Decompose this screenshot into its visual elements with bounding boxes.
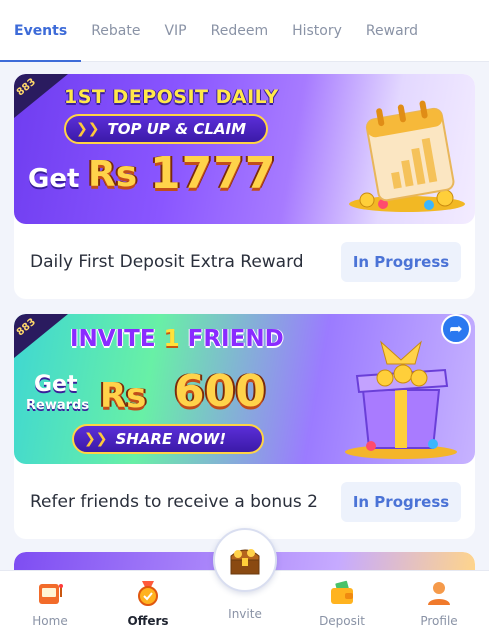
user-icon xyxy=(428,582,450,605)
reward-amount: 1777 xyxy=(150,148,277,199)
treasure-chest-icon xyxy=(230,549,260,575)
share-now-button[interactable]: ❯❯ SHARE NOW! xyxy=(72,424,264,454)
nav-offers[interactable]: Offers xyxy=(112,579,184,628)
currency-label: Rs xyxy=(88,154,138,195)
headline-friend: FRIEND xyxy=(187,326,284,352)
banner-headline: INVITE 1 FRIEND xyxy=(70,326,284,352)
nav-invite-label: Invite xyxy=(228,607,262,621)
currency-label: Rs xyxy=(100,376,147,416)
nav-profile[interactable]: Profile xyxy=(403,579,475,628)
in-progress-button[interactable]: In Progress xyxy=(341,241,461,282)
get-label: Get xyxy=(34,372,78,397)
daily-deposit-banner[interactable]: 883 1ST DEPOSIT DAILY ❯❯ TOP UP & CLAIM … xyxy=(14,74,475,224)
double-chevron-right-icon: ❯❯ xyxy=(76,121,100,137)
tab-history[interactable]: History xyxy=(292,0,342,62)
nav-deposit-label: Deposit xyxy=(319,614,365,628)
rewards-label: Rewards xyxy=(26,398,90,413)
event-card-invite-friend[interactable]: 883 INVITE 1 FRIEND Get Rewards Rs 600 ❯… xyxy=(14,314,475,539)
nav-offers-label: Offers xyxy=(127,614,169,628)
events-list: 883 1ST DEPOSIT DAILY ❯❯ TOP UP & CLAIM … xyxy=(0,62,489,570)
nav-profile-label: Profile xyxy=(420,614,458,628)
invite-friend-banner[interactable]: 883 INVITE 1 FRIEND Get Rewards Rs 600 ❯… xyxy=(14,314,475,464)
banner-headline: 1ST DEPOSIT DAILY xyxy=(64,86,279,108)
headline-number: 1 xyxy=(163,326,180,352)
reward-amount-row: Get Rs 1777 xyxy=(14,148,314,204)
nav-home-label: Home xyxy=(32,614,68,628)
in-progress-button[interactable]: In Progress xyxy=(341,481,461,522)
headline-invite: INVITE xyxy=(70,326,156,352)
event-title: Refer friends to receive a bonus 2 xyxy=(30,491,318,512)
share-icon[interactable]: ➦ xyxy=(441,314,471,344)
nav-deposit[interactable]: Deposit xyxy=(306,579,378,628)
gift-box-illustration xyxy=(345,340,457,459)
double-chevron-right-icon: ❯❯ xyxy=(84,431,108,447)
share-now-label: SHARE NOW! xyxy=(115,430,227,448)
top-up-claim-label: TOP UP & CLAIM xyxy=(107,120,247,138)
tab-bar: Events Rebate VIP Redeem History Reward xyxy=(0,0,489,62)
calendar-coins-illustration xyxy=(349,100,465,212)
invite-center-button[interactable] xyxy=(213,528,277,592)
top-up-claim-button[interactable]: ❯❯ TOP UP & CLAIM xyxy=(64,114,268,144)
tab-vip[interactable]: VIP xyxy=(164,0,186,62)
wallet-icon xyxy=(331,580,353,604)
medal-icon xyxy=(138,581,158,606)
event-card-footer: Daily First Deposit Extra Reward In Prog… xyxy=(14,224,475,299)
get-label: Get xyxy=(28,164,80,194)
event-title: Daily First Deposit Extra Reward xyxy=(30,251,304,272)
reward-amount: 600 xyxy=(174,366,266,417)
event-card-daily-deposit[interactable]: 883 1ST DEPOSIT DAILY ❯❯ TOP UP & CLAIM … xyxy=(14,74,475,299)
nav-home[interactable]: Home xyxy=(14,579,86,628)
tab-events[interactable]: Events xyxy=(0,0,82,62)
tab-redeem[interactable]: Redeem xyxy=(211,0,268,62)
tab-reward[interactable]: Reward xyxy=(366,0,418,62)
slot-machine-icon xyxy=(39,584,63,604)
tab-rebate[interactable]: Rebate xyxy=(91,0,140,62)
nav-invite[interactable]: Invite xyxy=(209,605,281,621)
